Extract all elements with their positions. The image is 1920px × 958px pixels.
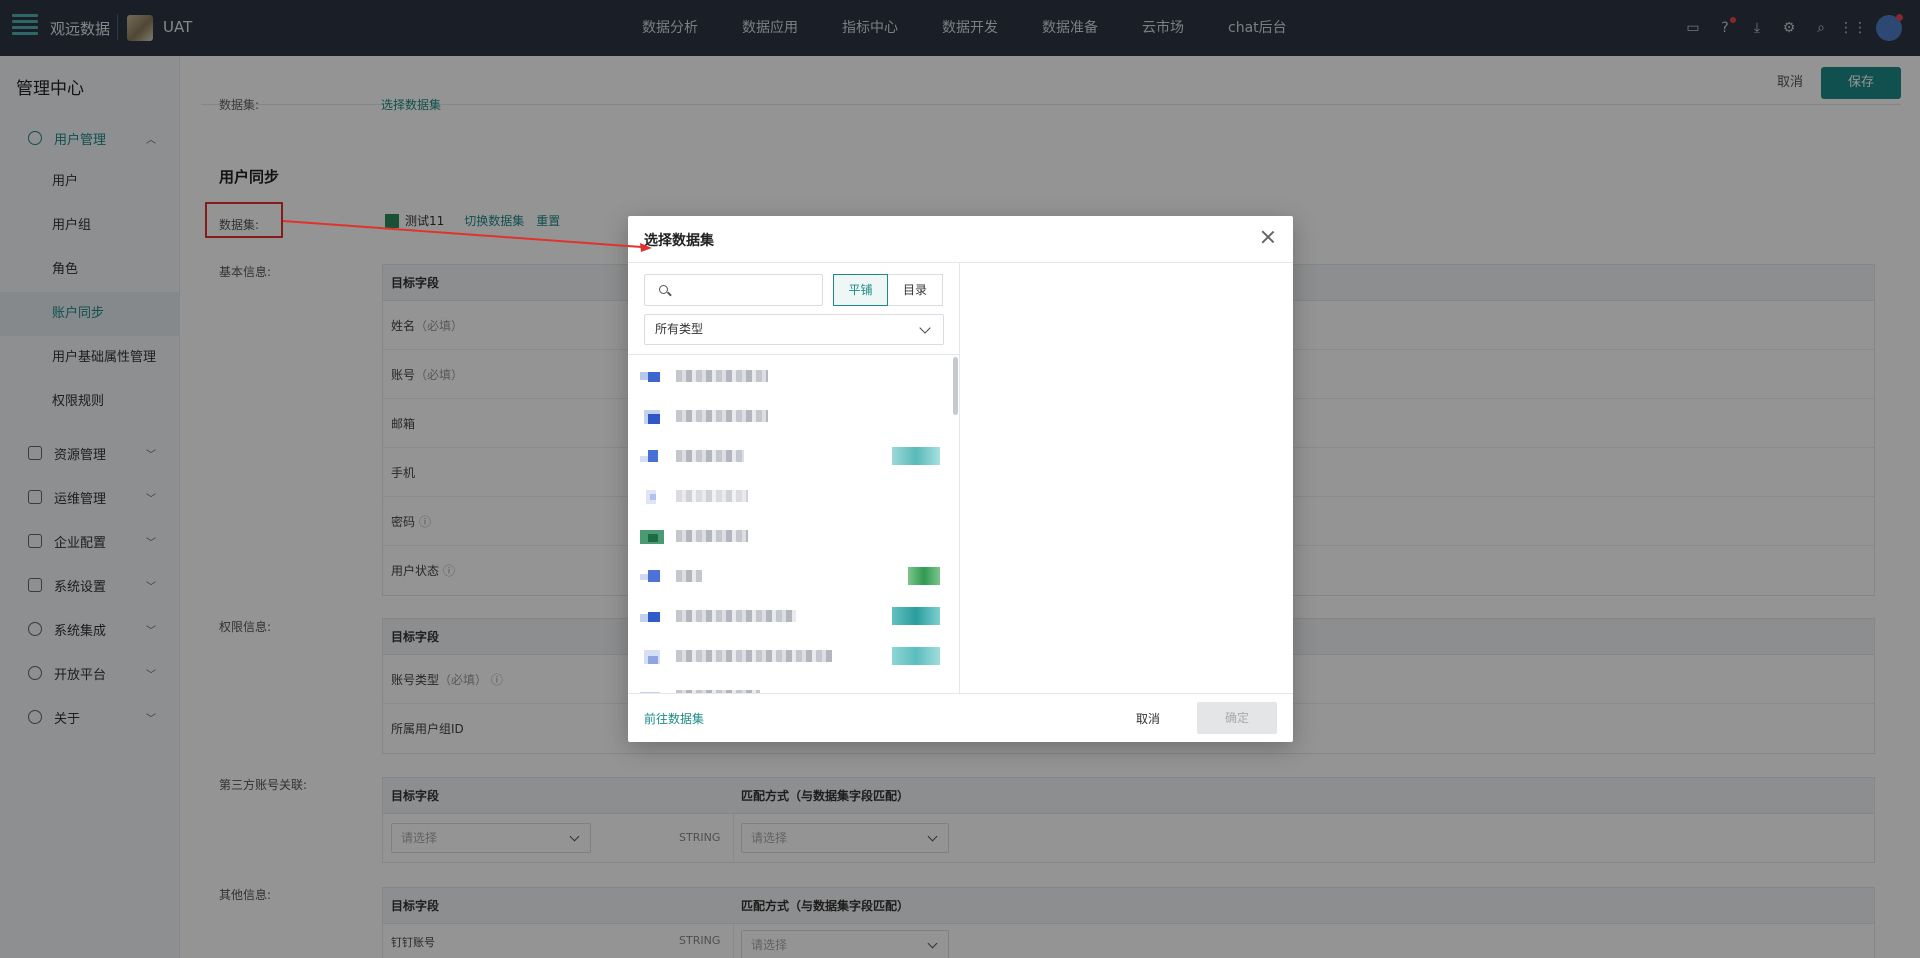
- modal-footer-divider: [628, 693, 1293, 694]
- dataset-name-redacted: [676, 370, 768, 382]
- modal-title: 选择数据集: [644, 233, 714, 249]
- dataset-icon: [640, 368, 664, 384]
- dataset-name-redacted: [676, 610, 796, 622]
- list-item[interactable]: [628, 395, 960, 435]
- list-item[interactable]: [628, 355, 960, 395]
- modal-cancel-button[interactable]: 取消: [1136, 710, 1160, 727]
- view-directory-button[interactable]: 目录: [888, 274, 943, 306]
- dataset-tag: [892, 607, 940, 625]
- dataset-type-select[interactable]: 所有类型: [644, 314, 944, 345]
- search-input[interactable]: [675, 279, 815, 301]
- dataset-name-redacted: [676, 650, 832, 662]
- dataset-icon: [640, 568, 664, 584]
- list-item[interactable]: [628, 555, 960, 595]
- list-item[interactable]: [628, 515, 960, 555]
- close-icon[interactable]: [1259, 228, 1277, 246]
- select-dataset-modal: 选择数据集 平铺 目录 所有类型 前往数据集 取消 确定: [628, 216, 1293, 742]
- dataset-name-redacted: [676, 530, 748, 542]
- dataset-icon: [640, 608, 664, 624]
- dataset-list: [628, 355, 960, 693]
- list-item[interactable]: [628, 475, 960, 515]
- list-item[interactable]: [628, 595, 960, 635]
- dataset-icon: [640, 528, 664, 544]
- modal-confirm-button[interactable]: 确定: [1197, 702, 1277, 734]
- view-flat-button[interactable]: 平铺: [833, 274, 888, 306]
- search-box[interactable]: [644, 274, 823, 306]
- dataset-list-panel: 平铺 目录 所有类型: [628, 263, 960, 693]
- dataset-name-redacted: [676, 450, 744, 462]
- search-icon: [659, 285, 668, 294]
- list-item[interactable]: [628, 675, 960, 693]
- goto-dataset-link[interactable]: 前往数据集: [644, 710, 704, 727]
- list-item[interactable]: [628, 635, 960, 675]
- dataset-icon: [640, 408, 664, 424]
- dataset-tag: [908, 567, 940, 585]
- list-item[interactable]: [628, 435, 960, 475]
- list-scrollbar[interactable]: [953, 357, 958, 415]
- dataset-icon: [640, 448, 664, 464]
- dataset-name-redacted: [676, 410, 768, 422]
- view-mode-toggle: 平铺 目录: [833, 274, 943, 306]
- dataset-tag: [892, 647, 940, 665]
- dataset-tag: [892, 447, 940, 465]
- dataset-icon: [640, 648, 664, 664]
- dataset-icon: [640, 488, 664, 504]
- dataset-name-redacted: [676, 570, 702, 582]
- dataset-name-redacted: [676, 490, 748, 502]
